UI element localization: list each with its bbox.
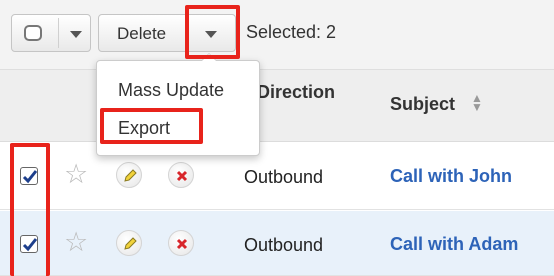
cell-subject-link[interactable]: Call with Adam	[390, 234, 518, 255]
edit-button[interactable]	[116, 162, 142, 188]
table-row: ☆ Outbound Call with Adam	[0, 211, 554, 276]
pencil-icon	[124, 237, 137, 250]
menu-item-mass-update[interactable]: Mass Update	[97, 73, 259, 107]
star-icon[interactable]: ☆	[64, 161, 88, 188]
remove-button[interactable]	[168, 230, 194, 256]
pencil-icon	[124, 169, 137, 182]
remove-button[interactable]	[168, 162, 194, 188]
highlight-box-dropdown	[185, 5, 240, 59]
table-row: ☆ Outbound Call with John	[0, 143, 554, 210]
cell-subject-link[interactable]: Call with John	[390, 166, 512, 187]
highlight-box-checkboxes	[10, 143, 50, 276]
divider	[58, 18, 59, 48]
column-header-direction[interactable]: Direction	[257, 82, 335, 103]
highlight-box-export	[100, 108, 203, 144]
table-header: Direction Subject ▲ ▼	[0, 70, 554, 142]
edit-button[interactable]	[116, 230, 142, 256]
sort-icon[interactable]: ▲ ▼	[470, 92, 484, 114]
delete-button[interactable]: Delete	[117, 24, 166, 44]
column-header-subject[interactable]: Subject	[390, 94, 455, 115]
chevron-down-icon	[70, 31, 82, 38]
star-icon[interactable]: ☆	[64, 229, 88, 256]
cell-direction: Outbound	[244, 235, 324, 255]
select-all-button[interactable]	[11, 14, 91, 52]
checkbox-icon	[24, 25, 42, 41]
list-toolbar: Delete Selected: 2	[0, 0, 554, 70]
close-icon	[176, 238, 188, 250]
cell-direction: Outbound	[244, 167, 324, 187]
selected-count: Selected: 2	[246, 22, 337, 42]
close-icon	[176, 170, 188, 182]
